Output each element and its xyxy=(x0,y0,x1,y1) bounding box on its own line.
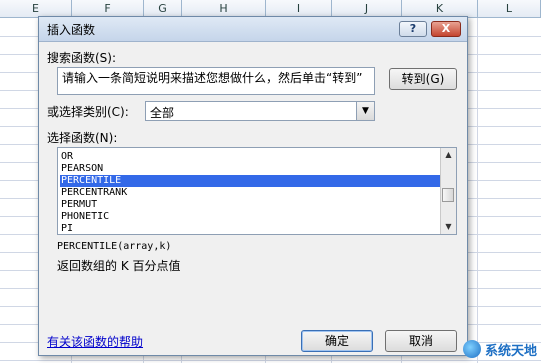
column-header-e[interactable]: E xyxy=(0,0,72,17)
watermark-text: 系统天地 xyxy=(484,343,537,359)
chevron-down-icon[interactable]: ▼ xyxy=(356,102,374,120)
cancel-button[interactable]: 取消 xyxy=(385,330,457,352)
category-value: 全部 xyxy=(150,106,175,120)
search-label: 搜索函数(S): xyxy=(47,51,117,65)
column-header-l[interactable]: L xyxy=(478,0,541,17)
scroll-down-icon[interactable]: ▼ xyxy=(441,220,456,234)
dialog-title: 插入函数 xyxy=(47,23,96,37)
dialog-titlebar[interactable]: 插入函数 ? X xyxy=(39,17,467,42)
category-label: 或选择类别(C): xyxy=(47,105,129,119)
column-header-f[interactable]: F xyxy=(72,0,144,17)
column-header-h[interactable]: H xyxy=(182,0,266,17)
column-header-k[interactable]: K xyxy=(402,0,478,17)
list-item[interactable]: PHONETIC xyxy=(60,211,443,223)
scroll-up-icon[interactable]: ▲ xyxy=(441,148,456,162)
list-item[interactable]: PERCENTRANK xyxy=(60,187,443,199)
function-signature: PERCENTILE(array,k) xyxy=(57,241,172,252)
list-item-selected[interactable]: PERCENTILE xyxy=(60,175,443,187)
function-help-link[interactable]: 有关该函数的帮助 xyxy=(47,333,143,350)
list-item[interactable]: PEARSON xyxy=(60,163,443,175)
column-header-g[interactable]: G xyxy=(144,0,182,17)
category-select[interactable]: 全部 ▼ xyxy=(145,101,375,121)
scroll-thumb[interactable] xyxy=(442,188,454,202)
list-scrollbar[interactable]: ▲ ▼ xyxy=(440,148,456,234)
list-item[interactable]: PERMUT xyxy=(60,199,443,211)
search-input[interactable]: 请输入一条简短说明来描述您想做什么，然后单击“转到” xyxy=(57,67,375,95)
ok-button[interactable]: 确定 xyxy=(301,330,373,352)
list-item[interactable]: PI xyxy=(60,223,443,233)
watermark: 系统天地 xyxy=(462,339,537,359)
function-list-label: 选择函数(N): xyxy=(47,131,118,145)
column-header-i[interactable]: I xyxy=(266,0,332,17)
logo-icon xyxy=(462,340,481,358)
function-description: 返回数组的 K 百分点值 xyxy=(57,259,181,273)
insert-function-dialog: 插入函数 ? X 搜索函数(S): 请输入一条简短说明来描述您想做什么，然后单击… xyxy=(38,16,468,356)
close-button[interactable]: X xyxy=(431,21,461,37)
function-list[interactable]: OR PEARSON PERCENTILE PERCENTRANK PERMUT… xyxy=(57,147,457,235)
help-button[interactable]: ? xyxy=(399,21,427,37)
goto-button[interactable]: 转到(G) xyxy=(389,68,457,90)
list-item[interactable]: OR xyxy=(60,151,443,163)
column-header-j[interactable]: J xyxy=(332,0,402,17)
